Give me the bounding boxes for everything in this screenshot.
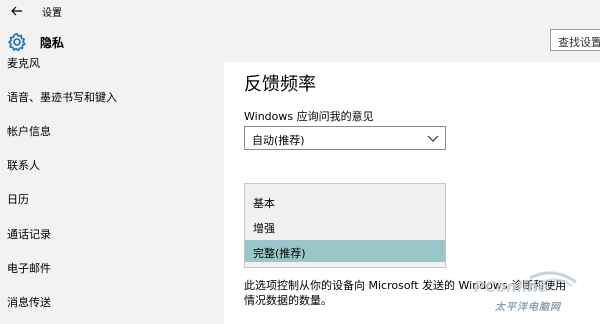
- chevron-down-icon: [427, 135, 439, 142]
- sidebar-item-email[interactable]: 电子邮件: [7, 260, 51, 276]
- back-button[interactable]: [8, 2, 26, 20]
- sidebar-item-call-history[interactable]: 通话记录: [7, 226, 51, 242]
- sidebar-item-microphone[interactable]: 麦克风: [7, 55, 40, 71]
- page-title: 隐私: [40, 36, 65, 50]
- feedback-frequency-select[interactable]: 自动(推荐): [244, 126, 446, 150]
- watermark-text: 太平洋电脑网: [495, 302, 561, 313]
- feedback-question-label: Windows 应询问我的意见: [244, 110, 374, 123]
- option-full[interactable]: 完整(推荐): [245, 240, 445, 262]
- window-title: 设置: [42, 8, 62, 19]
- sidebar-item-messaging[interactable]: 消息传送: [7, 294, 51, 310]
- svg-text:PConline: PConline: [474, 278, 548, 296]
- title-bar: 设置: [0, 0, 600, 22]
- section-title: 反馈频率: [244, 74, 316, 95]
- search-input[interactable]: 查找设置: [550, 29, 600, 51]
- sidebar-item-speech-inking-typing[interactable]: 语音、墨迹书写和键入: [7, 89, 117, 105]
- option-enhanced[interactable]: 增强: [245, 215, 445, 237]
- select-value: 自动(推荐): [252, 134, 305, 147]
- sidebar-item-contacts[interactable]: 联系人: [7, 157, 40, 173]
- sidebar: 麦克风 语音、墨迹书写和键入 帐户信息 联系人 日历 通话记录 电子邮件 消息传…: [0, 57, 224, 324]
- back-arrow-icon: [11, 6, 22, 16]
- diagnostic-data-dropdown: 基本 增强 完整(推荐): [244, 183, 446, 268]
- option-basic[interactable]: 基本: [245, 190, 445, 212]
- sidebar-item-account-info[interactable]: 帐户信息: [7, 123, 51, 139]
- sidebar-item-calendar[interactable]: 日历: [7, 191, 29, 207]
- gear-icon: [8, 33, 26, 52]
- page-header: 隐私 查找设置: [0, 22, 600, 62]
